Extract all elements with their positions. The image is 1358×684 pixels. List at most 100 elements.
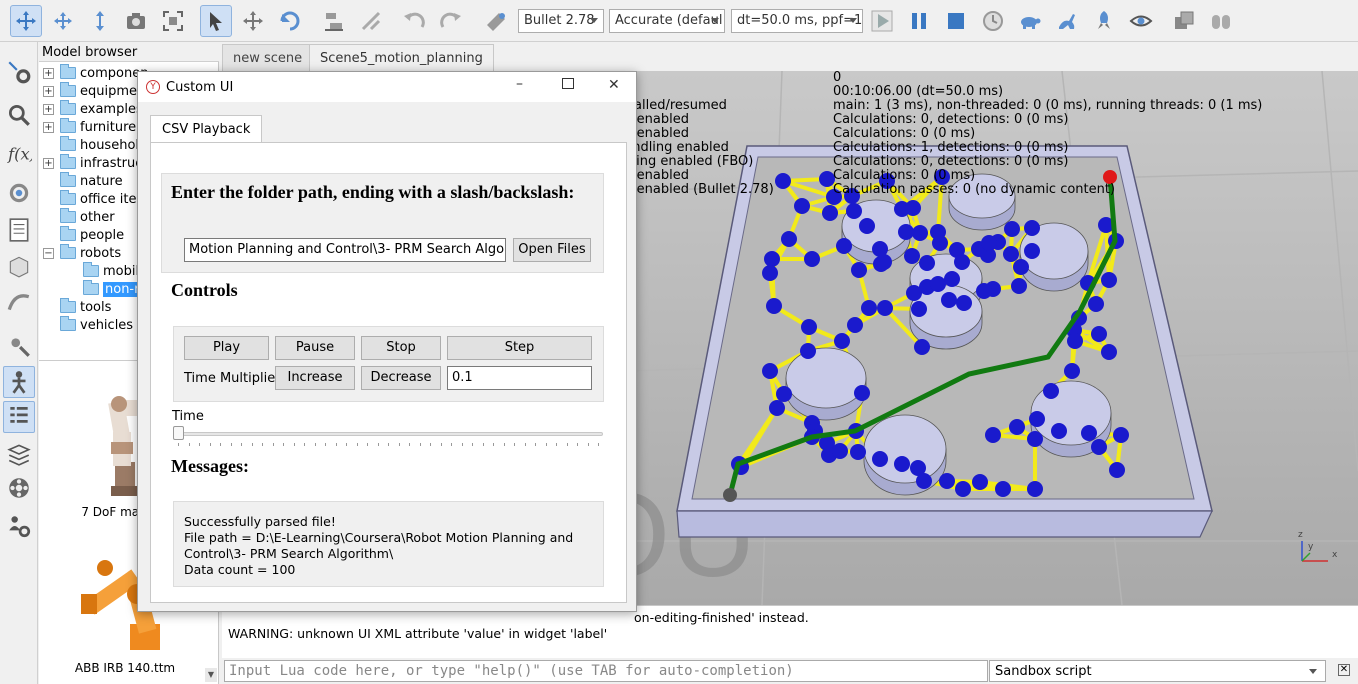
tree-item-label: vehicles <box>80 317 134 333</box>
speed-up-icon[interactable] <box>1051 5 1083 37</box>
collapse-icon[interactable]: − <box>43 247 54 259</box>
scroll-down-arrow-icon[interactable]: ▼ <box>205 668 217 682</box>
script-mode-value: Sandbox script <box>995 664 1092 679</box>
prm-node <box>775 173 791 189</box>
tree-item-infrastructure[interactable]: + infrastruc <box>43 154 142 172</box>
tree-item-label: househol <box>80 137 140 153</box>
simulation-settings-icon[interactable] <box>3 56 35 88</box>
collections-icon[interactable] <box>3 177 35 209</box>
camera-rotate-icon[interactable] <box>47 5 79 37</box>
tree-item-household[interactable]: househol <box>60 136 139 154</box>
close-icon[interactable]: ✕ <box>608 77 620 93</box>
tab-scene5-motion-planning[interactable]: Scene5_motion_planning <box>309 44 494 71</box>
transfer-dna-icon[interactable] <box>355 5 387 37</box>
open-files-button[interactable]: Open Files <box>513 238 591 262</box>
prm-node <box>1091 326 1107 342</box>
scene-hierarchy-toggle-icon[interactable] <box>3 401 35 433</box>
camera-shift-icon[interactable] <box>84 5 116 37</box>
slider-tick <box>230 443 232 446</box>
increase-button[interactable]: Increase <box>275 366 355 390</box>
slider-thumb[interactable] <box>173 426 184 440</box>
prm-node <box>804 251 820 267</box>
page-selector-icon[interactable] <box>1168 5 1200 37</box>
threaded-rendering-icon[interactable] <box>1088 5 1120 37</box>
camera-pan-icon[interactable] <box>10 5 42 37</box>
script-mode-select[interactable]: Sandbox script <box>989 660 1326 682</box>
maximize-icon[interactable] <box>562 78 574 89</box>
prm-node <box>846 203 862 219</box>
prm-node <box>847 317 863 333</box>
close-icon[interactable]: ✕ <box>1338 664 1350 676</box>
path-edit-icon[interactable] <box>3 285 35 317</box>
tree-item-components[interactable]: + componen <box>43 64 148 82</box>
scene-selector-icon[interactable] <box>1205 5 1237 37</box>
object-rotate-icon[interactable] <box>274 5 306 37</box>
prm-node <box>894 456 910 472</box>
stop-button[interactable]: Stop <box>361 336 441 360</box>
folder-path-input[interactable]: Motion Planning and Control\3- PRM Searc… <box>184 238 506 262</box>
search-icon[interactable] <box>3 99 35 131</box>
tree-item-tools[interactable]: tools <box>60 298 111 316</box>
expand-icon[interactable]: + <box>43 67 54 79</box>
undo-icon[interactable] <box>398 5 430 37</box>
step-button[interactable]: Step <box>447 336 592 360</box>
prm-node <box>905 200 921 216</box>
slider-tick <box>461 443 463 446</box>
selection-icon[interactable] <box>3 330 35 362</box>
timestep-select[interactable]: dt=50.0 ms, ppf=1 <box>731 9 863 33</box>
camera-icon[interactable] <box>120 5 152 37</box>
assemble-icon[interactable] <box>318 5 350 37</box>
user-settings-icon[interactable] <box>3 510 35 542</box>
tree-item-non-mobile[interactable]: non-r <box>83 280 142 298</box>
tree-item-equipment[interactable]: + equipme <box>43 82 137 100</box>
shape-edit-icon[interactable] <box>3 250 35 282</box>
expand-icon[interactable]: + <box>43 85 54 97</box>
tree-item-office-items[interactable]: office iter <box>60 190 142 208</box>
click-select-icon[interactable] <box>200 5 232 37</box>
window-titlebar[interactable]: Y Custom UI – ✕ <box>138 72 636 102</box>
time-slider[interactable] <box>173 426 603 440</box>
folder-icon <box>60 64 76 79</box>
tree-item-other[interactable]: other <box>60 208 115 226</box>
model-browser-toggle-icon[interactable] <box>3 366 35 398</box>
prm-node <box>919 255 935 271</box>
tree-item-mobile[interactable]: mobil <box>83 262 139 280</box>
time-multiplier-input[interactable]: 0.1 <box>447 366 592 390</box>
fit-view-icon[interactable] <box>157 5 189 37</box>
tab-csv-playback[interactable]: CSV Playback <box>150 115 263 143</box>
tree-item-furniture[interactable]: + furniture <box>43 118 136 136</box>
tree-item-vehicles[interactable]: vehicles <box>60 316 133 334</box>
chevron-down-icon <box>1309 669 1317 674</box>
layers-icon[interactable] <box>3 438 35 470</box>
expand-icon[interactable]: + <box>43 157 54 169</box>
minimize-icon[interactable]: – <box>516 76 523 92</box>
stop-simulation-icon[interactable] <box>940 5 972 37</box>
video-recorder-icon[interactable] <box>3 472 35 504</box>
tree-item-nature[interactable]: nature <box>60 172 123 190</box>
pause-button[interactable]: Pause <box>275 336 355 360</box>
lua-command-input[interactable]: Input Lua code here, or type "help()" (u… <box>224 660 988 682</box>
console-line-1: on-editing-finished' instead. <box>634 610 809 625</box>
play-simulation-icon[interactable] <box>866 5 898 37</box>
status-console[interactable]: on-editing-finished' instead. WARNING: u… <box>222 605 1358 658</box>
slow-down-icon[interactable] <box>1014 5 1046 37</box>
visualization-eye-icon[interactable] <box>1125 5 1157 37</box>
decrease-button[interactable]: Decrease <box>361 366 441 390</box>
prm-node <box>781 231 797 247</box>
calculation-modules-icon[interactable]: f(x) <box>3 137 35 169</box>
expand-icon[interactable]: + <box>43 103 54 115</box>
object-shift-icon[interactable] <box>237 5 269 37</box>
redo-icon[interactable] <box>435 5 467 37</box>
pause-simulation-icon[interactable] <box>903 5 935 37</box>
tree-item-robots[interactable]: − robots <box>43 244 121 262</box>
tree-item-examples[interactable]: + examples <box>43 100 143 118</box>
physics-engine-select[interactable]: Bullet 2.78 <box>518 9 604 33</box>
real-time-icon[interactable] <box>977 5 1009 37</box>
tab-new-scene[interactable]: new scene <box>222 44 314 71</box>
prm-node <box>766 298 782 314</box>
accuracy-select[interactable]: Accurate (defaul <box>609 9 725 33</box>
tree-item-people[interactable]: people <box>60 226 124 244</box>
scripts-icon[interactable] <box>3 214 35 246</box>
expand-icon[interactable]: + <box>43 121 54 133</box>
play-button[interactable]: Play <box>184 336 269 360</box>
